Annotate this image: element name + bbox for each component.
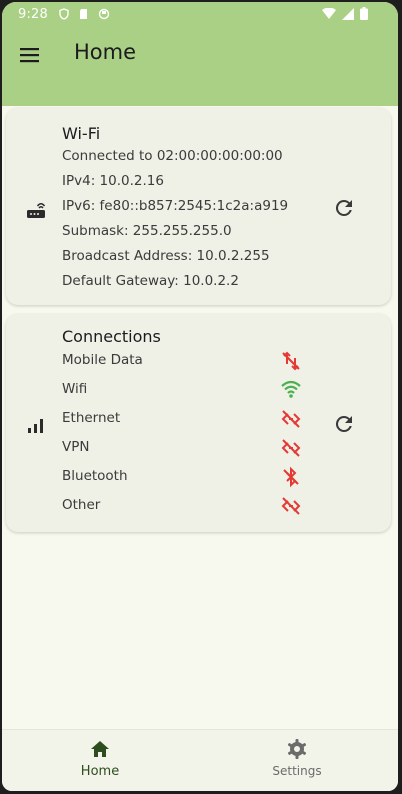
gear-icon: [287, 739, 307, 759]
sd-card-icon: [80, 9, 87, 19]
shield-icon: [59, 8, 69, 20]
wifi-default-gateway: Default Gateway: 10.0.2.2: [62, 273, 239, 289]
connection-label-other: Other: [62, 497, 101, 513]
wifi-ipv6: IPv6: fe80::b857:2545:1c2a:a919: [62, 198, 289, 214]
wifi-icon: [281, 380, 301, 398]
connections-refresh-icon[interactable]: [332, 412, 356, 436]
wifi-ipv4: IPv4: 10.0.2.16: [62, 173, 164, 189]
status-right-icons: [322, 7, 368, 20]
connection-label-vpn: VPN: [62, 439, 90, 455]
connections-card-title: Connections: [62, 327, 161, 346]
wifi-connected-to: Connected to 02:00:00:00:00:00: [62, 148, 283, 164]
status-time: 9:28: [18, 6, 48, 22]
ethernet-off-icon: [281, 410, 301, 428]
connection-label-wifi: Wifi: [62, 381, 88, 397]
wifi-signal-icon: [322, 7, 336, 19]
wifi-submask: Submask: 255.255.255.0: [62, 223, 232, 239]
wifi-card: Wi-Fi Connected to 02:00:00:00:00:00 IPv…: [6, 108, 391, 305]
nav-label-home: Home: [80, 764, 120, 779]
connections-card: Connections Mobile Data Wifi Ethernet VP…: [6, 314, 391, 532]
bottom-navigation: Home Settings: [2, 729, 398, 791]
vpn-off-icon: [281, 439, 301, 457]
wifi-card-title: Wi-Fi: [62, 124, 101, 143]
cell-signal-icon: [342, 7, 354, 20]
nav-item-home[interactable]: Home: [50, 738, 150, 779]
bluetooth-off-icon: [283, 466, 299, 488]
other-off-icon: [281, 497, 301, 515]
nav-item-settings[interactable]: Settings: [247, 738, 347, 778]
wifi-broadcast-address: Broadcast Address: 10.0.2.255: [62, 248, 270, 264]
connection-label-bluetooth: Bluetooth: [62, 468, 128, 484]
home-icon: [91, 741, 109, 757]
nav-label-settings: Settings: [272, 764, 322, 778]
status-bar: 9:28: [2, 2, 398, 26]
page-title: Home: [74, 40, 137, 64]
router-icon: [27, 203, 46, 218]
connection-label-mobile-data: Mobile Data: [62, 352, 143, 368]
sync-icon: [98, 8, 110, 20]
signal-bars-icon: [28, 419, 43, 433]
menu-icon[interactable]: [19, 44, 41, 66]
mobile-data-off-icon: [282, 351, 300, 371]
phone-screen: 9:28 Home Wi-Fi Connected to 02:00:00:00…: [2, 2, 398, 791]
wifi-refresh-icon[interactable]: [332, 196, 356, 220]
connection-label-ethernet: Ethernet: [62, 410, 121, 426]
app-bar: [2, 26, 398, 106]
battery-icon: [360, 7, 368, 20]
